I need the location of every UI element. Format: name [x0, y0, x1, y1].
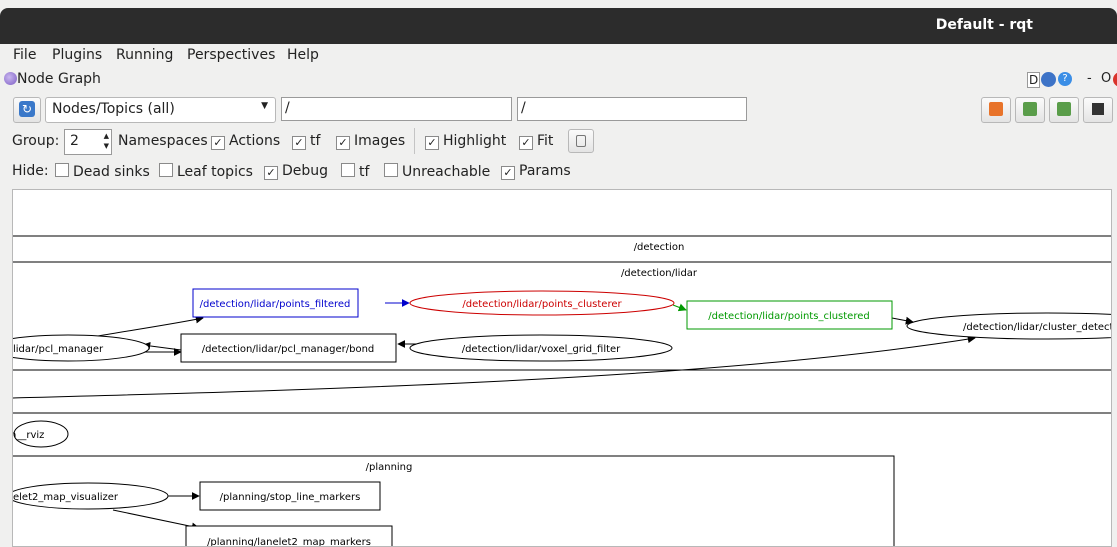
- graph-canvas[interactable]: /detection /detection/lidar /planning /d…: [12, 189, 1112, 547]
- cluster-detection-lidar-label: /detection/lidar: [621, 268, 698, 279]
- help-icon[interactable]: ?: [1058, 72, 1072, 86]
- menubar: File Plugins Running Perspectives Help: [0, 44, 1117, 68]
- hide-row: Hide: Dead sinks Leaf topics ✓ Debug tf U…: [0, 163, 1117, 183]
- save-svg-icon: [1057, 102, 1071, 116]
- node-rviz-label: n__rviz: [13, 430, 44, 441]
- edge: [891, 316, 914, 325]
- spin-arrows-icon[interactable]: ▲ ▼: [104, 131, 109, 151]
- node-voxel-grid-filter-label: /detection/lidar/voxel_grid_filter: [462, 344, 621, 355]
- highlight-checkbox[interactable]: ✓ Highlight: [425, 133, 506, 150]
- separator: [414, 128, 415, 154]
- fit-view-icon: [576, 135, 586, 147]
- menu-plugins[interactable]: Plugins: [52, 47, 102, 63]
- save-svg-button[interactable]: [1049, 97, 1079, 123]
- node-stop-line-markers-label: /planning/stop_line_markers: [220, 492, 361, 503]
- group-value: 2: [70, 133, 79, 149]
- fit-checkbox[interactable]: ✓ Fit: [519, 133, 553, 150]
- debug-checkbox[interactable]: ✓ Debug: [264, 163, 328, 180]
- node-cluster-detector-label: /detection/lidar/cluster_detector: [963, 322, 1111, 333]
- node-graph-icon: [4, 72, 17, 85]
- node-points-filtered-label: /detection/lidar/points_filtered: [200, 299, 351, 310]
- save-dot-button[interactable]: [1015, 97, 1045, 123]
- check-icon: ✓: [425, 136, 439, 150]
- save-image-button[interactable]: [1083, 97, 1113, 123]
- dock-toggle-button[interactable]: D: [1027, 72, 1041, 88]
- node-points-clusterer-label: /detection/lidar/points_clusterer: [462, 299, 622, 310]
- plugin-title-label: Node Graph: [17, 71, 101, 87]
- topic-filter-input[interactable]: /: [517, 97, 747, 121]
- reload-plugin-icon[interactable]: [1041, 72, 1056, 87]
- actions-checkbox[interactable]: ✓ Actions: [211, 133, 280, 150]
- save-image-icon: [1092, 103, 1104, 115]
- group-label: Group:: [12, 133, 60, 149]
- minimize-button[interactable]: -: [1087, 71, 1092, 86]
- refresh-button[interactable]: ↻: [13, 97, 41, 123]
- tf-checkbox[interactable]: ✓ tf: [292, 133, 320, 150]
- chevron-down-icon: ▼: [261, 101, 268, 111]
- unreachable-checkbox[interactable]: Unreachable: [384, 163, 490, 180]
- plugin-controls: D ? - O ✕: [1013, 71, 1117, 89]
- check-icon: ✓: [501, 166, 515, 180]
- fit-in-view-button[interactable]: [568, 129, 594, 153]
- menu-help[interactable]: Help: [287, 47, 319, 63]
- params-checkbox[interactable]: ✓ Params: [501, 163, 571, 180]
- leaf-topics-checkbox[interactable]: Leaf topics: [159, 163, 253, 180]
- load-dot-button[interactable]: [981, 97, 1011, 123]
- group-spinbox[interactable]: 2 ▲ ▼: [64, 129, 112, 155]
- menu-perspectives[interactable]: Perspectives: [187, 47, 275, 63]
- graph-mode-select[interactable]: Nodes/Topics (all) ▼: [45, 97, 276, 123]
- check-icon: ✓: [336, 136, 350, 150]
- float-button[interactable]: O: [1101, 71, 1111, 86]
- check-icon: ✓: [292, 136, 306, 150]
- options-row: Group: 2 ▲ ▼ Namespaces ✓ Actions ✓ tf ✓ Ima…: [0, 128, 1117, 155]
- open-folder-icon: [989, 102, 1003, 116]
- namespaces-label: Namespaces: [118, 133, 208, 149]
- node-filter-value: /: [285, 100, 290, 116]
- window-titlebar: Default - rqt: [0, 8, 1117, 44]
- cluster-detection-label: /detection: [634, 242, 685, 253]
- node-filter-input[interactable]: /: [281, 97, 512, 121]
- menu-file[interactable]: File: [13, 47, 36, 63]
- menu-running[interactable]: Running: [116, 47, 173, 63]
- edge: [672, 303, 687, 312]
- node-pcl-manager-label: lidar/pcl_manager: [13, 344, 104, 355]
- edge: [97, 315, 204, 337]
- hide-label: Hide:: [12, 163, 49, 179]
- node-lanelet2-map-visualizer-label: elet2_map_visualizer: [13, 492, 119, 503]
- save-dot-icon: [1023, 102, 1037, 116]
- graph-mode-value: Nodes/Topics (all): [52, 101, 175, 117]
- images-checkbox[interactable]: ✓ Images: [336, 133, 405, 150]
- topic-filter-value: /: [521, 100, 526, 116]
- graph-svg[interactable]: /detection /detection/lidar /planning /d…: [13, 190, 1111, 546]
- cluster-planning-label: /planning: [366, 462, 413, 473]
- dead-sinks-checkbox[interactable]: Dead sinks: [55, 163, 150, 180]
- plugin-title: Node Graph: [4, 71, 101, 87]
- check-icon: ✓: [519, 136, 533, 150]
- refresh-icon: ↻: [19, 101, 35, 117]
- close-icon[interactable]: ✕: [1113, 72, 1117, 87]
- node-points-clustered-label: /detection/lidar/points_clustered: [708, 311, 869, 322]
- edge: [112, 509, 200, 531]
- hide-tf-checkbox[interactable]: tf: [341, 163, 369, 180]
- check-icon: ✓: [211, 136, 225, 150]
- window-title: Default - rqt: [935, 17, 1033, 33]
- node-pcl-manager-bond-label: /detection/lidar/pcl_manager/bond: [202, 344, 375, 355]
- check-icon: ✓: [264, 166, 278, 180]
